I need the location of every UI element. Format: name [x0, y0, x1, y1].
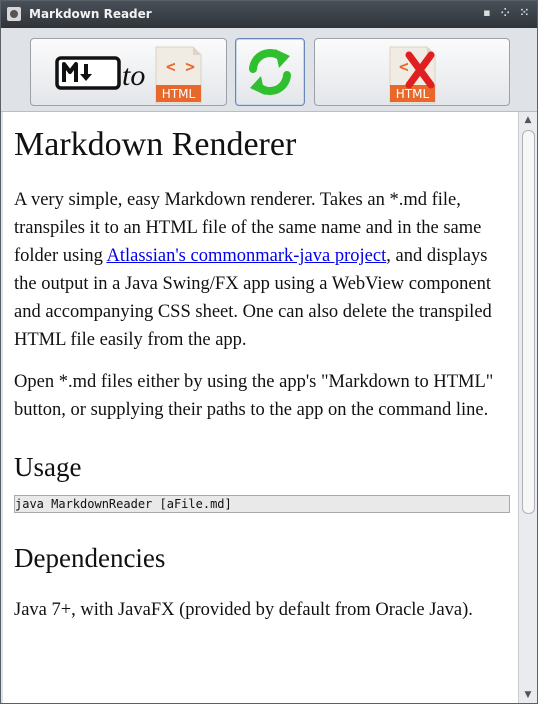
commonmark-link[interactable]: Atlassian's commonmark-java project — [107, 246, 387, 266]
markdown-to-html-button[interactable]: to < > HTML — [30, 38, 227, 106]
scroll-up-icon[interactable]: ▲ — [519, 112, 537, 128]
markdown-to-html-graphic: to < > HTML — [55, 46, 202, 104]
close-icon[interactable]: ⁙ — [520, 6, 529, 19]
open-files-paragraph: Open *.md files either by using the app'… — [14, 372, 494, 420]
maximize-icon[interactable]: ⁘ — [501, 6, 510, 19]
refresh-button[interactable] — [235, 38, 305, 106]
dependencies-paragraph: Java 7+, with JavaFX (provided by defaul… — [14, 600, 473, 620]
app-window: Markdown Reader ▪ ⁘ ⁙ to < > HTML < HTML… — [0, 0, 538, 704]
page-title: Markdown Renderer — [14, 126, 297, 163]
html-badge-label: HTML — [162, 87, 196, 101]
usage-heading: Usage — [14, 452, 82, 482]
svg-text:< >: < > — [166, 57, 195, 76]
refresh-icon — [249, 49, 291, 95]
vertical-scrollbar[interactable]: ▲ ▼ — [518, 112, 537, 703]
intro-paragraph: A very simple, easy Markdown renderer. T… — [14, 190, 492, 350]
dependencies-heading: Dependencies — [14, 543, 166, 573]
markdown-view[interactable]: Markdown Renderer A very simple, easy Ma… — [3, 112, 518, 703]
rendered-document: Markdown Renderer A very simple, easy Ma… — [3, 112, 518, 624]
toolbar: to < > HTML < HTML — [1, 28, 537, 112]
scroll-thumb[interactable] — [522, 130, 535, 514]
delete-html-button[interactable]: < HTML — [314, 38, 510, 106]
window-controls: ▪ ⁘ ⁙ — [483, 6, 529, 19]
usage-code-block: java MarkdownReader [aFile.md] — [14, 495, 510, 513]
html-badge-label: HTML — [396, 87, 430, 101]
scroll-down-icon[interactable]: ▼ — [519, 687, 537, 703]
minimize-icon[interactable]: ▪ — [483, 6, 490, 19]
html-file-icon: < > HTML — [155, 46, 202, 104]
to-label: to — [122, 59, 145, 92]
svg-text:<: < — [399, 57, 409, 76]
markdown-logo-icon — [55, 56, 121, 90]
app-icon — [7, 7, 21, 21]
window-title: Markdown Reader — [29, 7, 152, 21]
delete-html-graphic: < HTML — [389, 46, 436, 104]
title-bar[interactable]: Markdown Reader ▪ ⁘ ⁙ — [1, 1, 537, 28]
